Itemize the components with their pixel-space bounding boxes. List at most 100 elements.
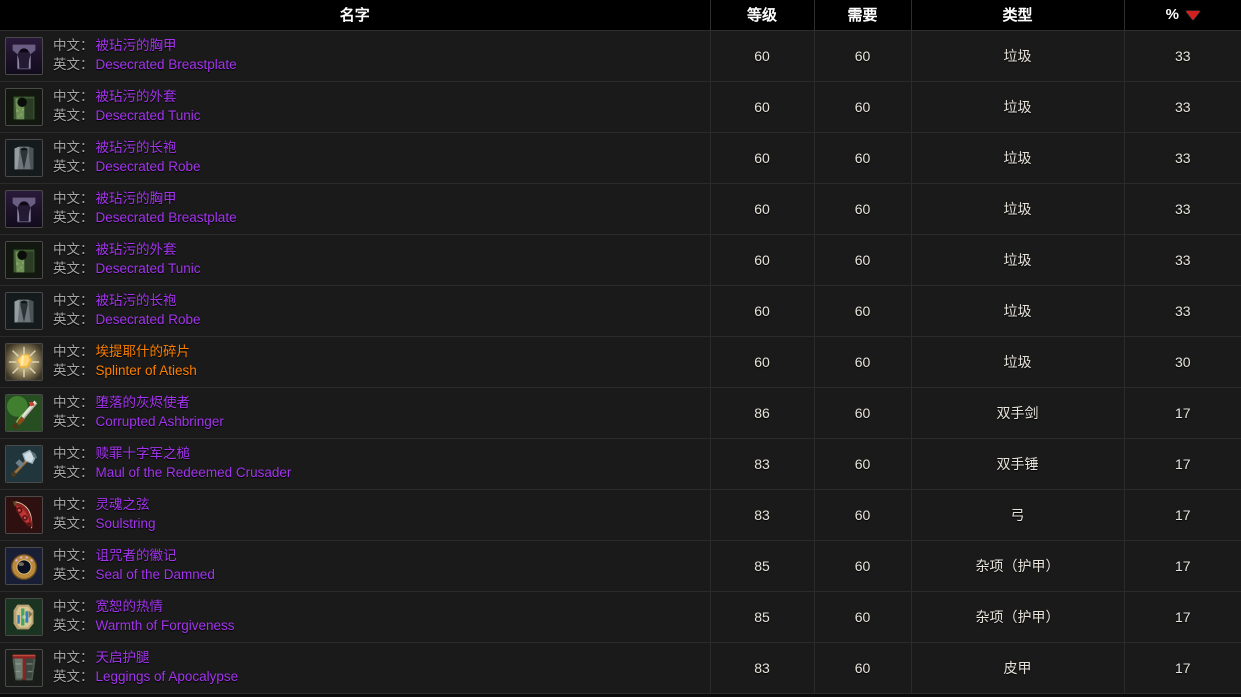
item-name-cn-line: 中文： 被玷污的胸甲 [53, 37, 237, 55]
label-chinese: 中文： [53, 599, 94, 615]
label-english: 英文： [53, 617, 94, 633]
item-name-cn[interactable]: 堕落的灰烬使者 [96, 395, 191, 410]
column-header-percent-label: % [1165, 6, 1179, 24]
loot-table: 名字 等级 需要 类型 % 中文： 被玷污的胸甲 英文： Desecrated … [0, 0, 1241, 694]
item-name-cn[interactable]: 被玷污的胸甲 [96, 38, 177, 53]
item-name-cn[interactable]: 诅咒者的徽记 [96, 548, 177, 563]
table-row[interactable]: 中文： 天启护腿 英文： Leggings of Apocalypse 83 60 … [0, 642, 1241, 694]
item-names: 中文： 诅咒者的徽记 英文： Seal of the Damned [53, 547, 215, 583]
item-name-cn[interactable]: 埃提耶什的碎片 [96, 344, 191, 359]
item-name-cn-line: 中文： 被玷污的外套 [53, 88, 201, 106]
item-level-cell: 60 [710, 336, 815, 388]
item-name-en[interactable]: Desecrated Robe [96, 159, 201, 174]
item-name-cn[interactable]: 宽恕的热情 [96, 599, 164, 614]
column-header-level[interactable]: 等级 [710, 0, 815, 31]
desecrated-breastplate-icon[interactable] [5, 189, 43, 228]
item-drop-percent-cell: 17 [1124, 387, 1241, 439]
desecrated-tunic-icon[interactable] [5, 240, 43, 279]
item-name-en[interactable]: Soulstring [96, 516, 156, 531]
item-names: 中文： 宽恕的热情 英文： Warmth of Forgiveness [53, 598, 235, 634]
column-header-percent[interactable]: % [1124, 0, 1241, 31]
item-level-cell: 60 [710, 81, 815, 133]
table-row[interactable]: 中文： 被玷污的长袍 英文： Desecrated Robe 60 60 垃圾 33 [0, 132, 1241, 184]
table-row[interactable]: 中文： 诅咒者的徽记 英文： Seal of the Damned 85 60 杂项… [0, 540, 1241, 592]
table-row[interactable]: 中文： 堕落的灰烬使者 英文： Corrupted Ashbringer 86 60… [0, 387, 1241, 439]
sort-desc-arrow-icon[interactable] [1185, 11, 1200, 21]
table-row[interactable]: 中文： 被玷污的长袍 英文： Desecrated Robe 60 60 垃圾 33 [0, 285, 1241, 337]
desecrated-robe-icon[interactable] [5, 138, 43, 177]
item-name-cn[interactable]: 被玷污的外套 [96, 89, 177, 104]
item-name-en[interactable]: Desecrated Breastplate [96, 57, 237, 72]
item-name-en[interactable]: Maul of the Redeemed Crusader [96, 465, 292, 480]
item-names: 中文： 被玷污的胸甲 英文： Desecrated Breastplate [53, 37, 237, 73]
item-name-en[interactable]: Leggings of Apocalypse [96, 669, 239, 684]
label-english: 英文： [53, 56, 94, 72]
seal-of-the-damned-icon[interactable] [5, 546, 43, 585]
item-name-cell: 中文： 宽恕的热情 英文： Warmth of Forgiveness [0, 591, 711, 643]
desecrated-breastplate-icon[interactable] [5, 36, 43, 75]
table-row[interactable]: 中文： 被玷污的胸甲 英文： Desecrated Breastplate 60 6… [0, 30, 1241, 82]
item-required-level-cell: 60 [814, 234, 912, 286]
corrupted-ashbringer-icon[interactable] [5, 393, 43, 432]
item-name-cn[interactable]: 灵魂之弦 [96, 497, 150, 512]
table-row[interactable]: 中文： 被玷污的胸甲 英文： Desecrated Breastplate 60 6… [0, 183, 1241, 235]
table-row[interactable]: 中文： 埃提耶什的碎片 英文： Splinter of Atiesh 60 60 垃… [0, 336, 1241, 388]
item-names: 中文： 天启护腿 英文： Leggings of Apocalypse [53, 649, 238, 685]
item-name-en-line: 英文： Desecrated Tunic [53, 107, 201, 125]
soulstring-icon[interactable] [5, 495, 43, 534]
item-name-cn[interactable]: 被玷污的外套 [96, 242, 177, 257]
leggings-of-apocalypse-icon[interactable] [5, 648, 43, 687]
table-row[interactable]: 中文： 灵魂之弦 英文： Soulstring 83 60 弓 17 [0, 489, 1241, 541]
item-drop-percent-cell: 17 [1124, 540, 1241, 592]
item-name-en[interactable]: Desecrated Tunic [96, 108, 201, 123]
item-level-cell: 60 [710, 30, 815, 82]
table-row[interactable]: 中文： 赎罪十字军之槌 英文： Maul of the Redeemed Crusa… [0, 438, 1241, 490]
column-header-required[interactable]: 需要 [814, 0, 912, 31]
item-name-cn-line: 中文： 被玷污的长袍 [53, 292, 201, 310]
desecrated-tunic-icon[interactable] [5, 87, 43, 126]
item-required-level-cell: 60 [814, 30, 912, 82]
item-name-cell: 中文： 被玷污的胸甲 英文： Desecrated Breastplate [0, 183, 711, 235]
item-name-cn-line: 中文： 堕落的灰烬使者 [53, 394, 224, 412]
item-names: 中文： 被玷污的长袍 英文： Desecrated Robe [53, 139, 201, 175]
item-name-cell: 中文： 天启护腿 英文： Leggings of Apocalypse [0, 642, 711, 694]
table-row[interactable]: 中文： 被玷污的外套 英文： Desecrated Tunic 60 60 垃圾 3… [0, 81, 1241, 133]
item-name-en[interactable]: Warmth of Forgiveness [96, 618, 235, 633]
label-english: 英文： [53, 311, 94, 327]
item-name-cell: 中文： 被玷污的长袍 英文： Desecrated Robe [0, 132, 711, 184]
table-row[interactable]: 中文： 被玷污的外套 英文： Desecrated Tunic 60 60 垃圾 3… [0, 234, 1241, 286]
item-name-cn[interactable]: 赎罪十字军之槌 [96, 446, 191, 461]
item-name-en[interactable]: Splinter of Atiesh [96, 363, 197, 378]
label-chinese: 中文： [53, 650, 94, 666]
item-name-en-line: 英文： Splinter of Atiesh [53, 362, 197, 380]
table-row[interactable]: 中文： 宽恕的热情 英文： Warmth of Forgiveness 85 60 … [0, 591, 1241, 643]
item-name-cn[interactable]: 被玷污的胸甲 [96, 191, 177, 206]
item-name-cn[interactable]: 被玷污的长袍 [96, 293, 177, 308]
item-name-cn-line: 中文： 宽恕的热情 [53, 598, 235, 616]
desecrated-robe-icon[interactable] [5, 291, 43, 330]
splinter-of-atiesh-icon[interactable] [5, 342, 43, 381]
item-name-en[interactable]: Desecrated Robe [96, 312, 201, 327]
item-drop-percent-cell: 17 [1124, 642, 1241, 694]
item-name-en[interactable]: Desecrated Tunic [96, 261, 201, 276]
item-required-level-cell: 60 [814, 132, 912, 184]
item-required-level-cell: 60 [814, 387, 912, 439]
item-name-cn[interactable]: 天启护腿 [96, 650, 150, 665]
maul-of-the-redeemed-crusader-icon[interactable] [5, 444, 43, 483]
item-name-en[interactable]: Desecrated Breastplate [96, 210, 237, 225]
item-level-cell: 83 [710, 642, 815, 694]
item-required-level-cell: 60 [814, 489, 912, 541]
item-names: 中文： 灵魂之弦 英文： Soulstring [53, 496, 156, 532]
item-name-en[interactable]: Seal of the Damned [96, 567, 215, 582]
label-chinese: 中文： [53, 242, 94, 258]
item-name-en[interactable]: Corrupted Ashbringer [96, 414, 224, 429]
label-chinese: 中文： [53, 497, 94, 513]
item-drop-percent-cell: 17 [1124, 489, 1241, 541]
column-header-type[interactable]: 类型 [911, 0, 1125, 31]
item-required-level-cell: 60 [814, 336, 912, 388]
warmth-of-forgiveness-icon[interactable] [5, 597, 43, 636]
label-english: 英文： [53, 209, 94, 225]
column-header-name[interactable]: 名字 [0, 0, 711, 31]
item-name-cell: 中文： 被玷污的外套 英文： Desecrated Tunic [0, 81, 711, 133]
item-name-cn[interactable]: 被玷污的长袍 [96, 140, 177, 155]
